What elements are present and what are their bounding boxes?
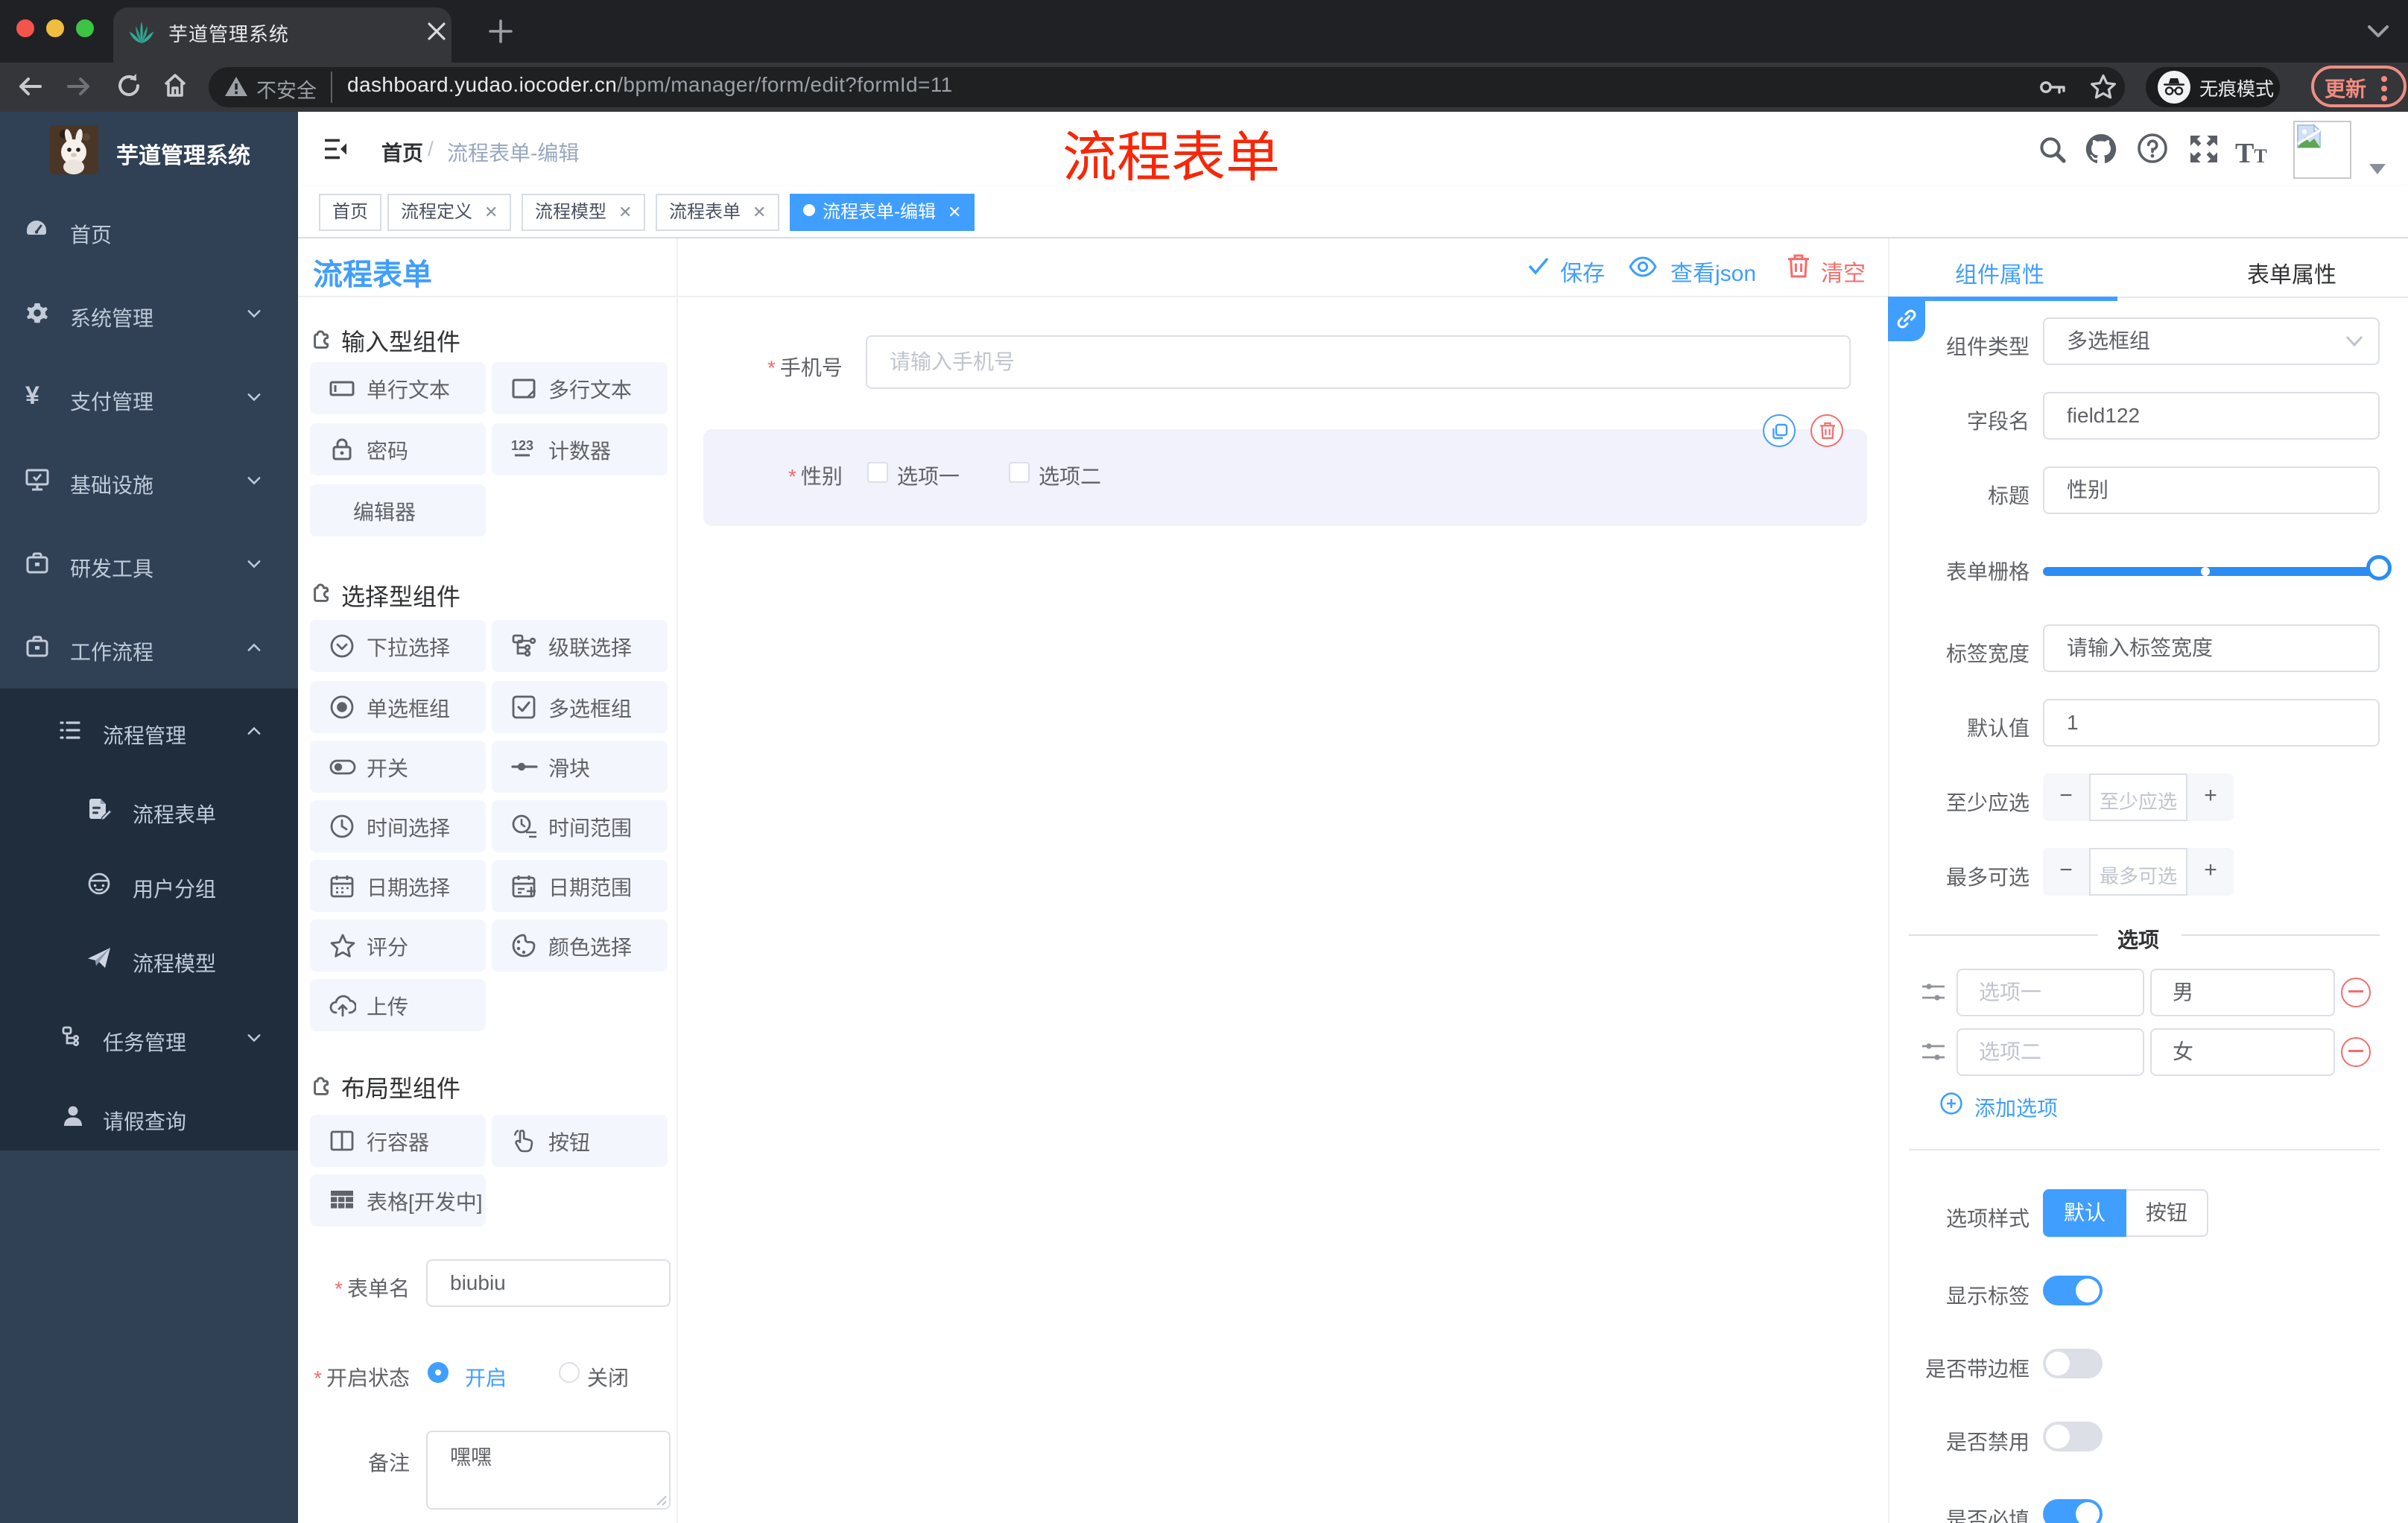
svg-text:123: 123 xyxy=(511,438,533,453)
